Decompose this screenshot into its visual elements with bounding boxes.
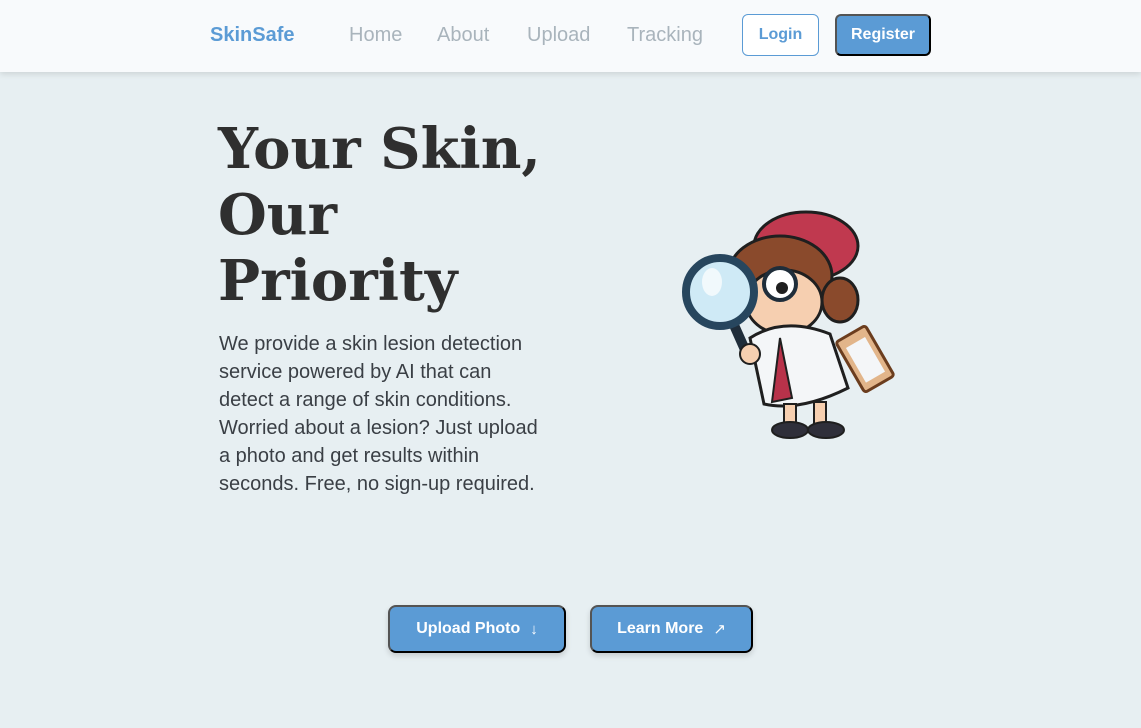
upload-photo-label: Upload Photo (416, 620, 521, 637)
hero-title-line-1: Your Skin, (218, 116, 541, 182)
nav-link-home[interactable]: Home (349, 24, 402, 47)
register-button[interactable]: Register (835, 14, 931, 56)
nav-link-tracking[interactable]: Tracking (627, 24, 703, 47)
nav-link-about[interactable]: About (437, 24, 489, 47)
upload-photo-button[interactable]: Upload Photo ↓ (388, 605, 566, 653)
arrow-down-icon: ↓ (530, 620, 538, 638)
nav-link-upload[interactable]: Upload (527, 24, 590, 47)
login-button[interactable]: Login (742, 14, 819, 56)
hero-title-line-3: Priority (218, 248, 458, 314)
arrow-up-right-icon: ↗ (713, 621, 726, 638)
hero-title: Your Skin, Our Priority (218, 116, 578, 314)
navbar: SkinSafe Home About Upload Tracking Logi… (0, 0, 1141, 72)
learn-more-button[interactable]: Learn More ↗ (590, 605, 753, 653)
hero-title-line-2: Our (218, 182, 337, 248)
doctor-illustration (682, 210, 895, 439)
brand-logo[interactable]: SkinSafe (210, 24, 294, 47)
hero-description: We provide a skin lesion detection servi… (219, 333, 538, 495)
learn-more-label: Learn More (617, 620, 704, 637)
